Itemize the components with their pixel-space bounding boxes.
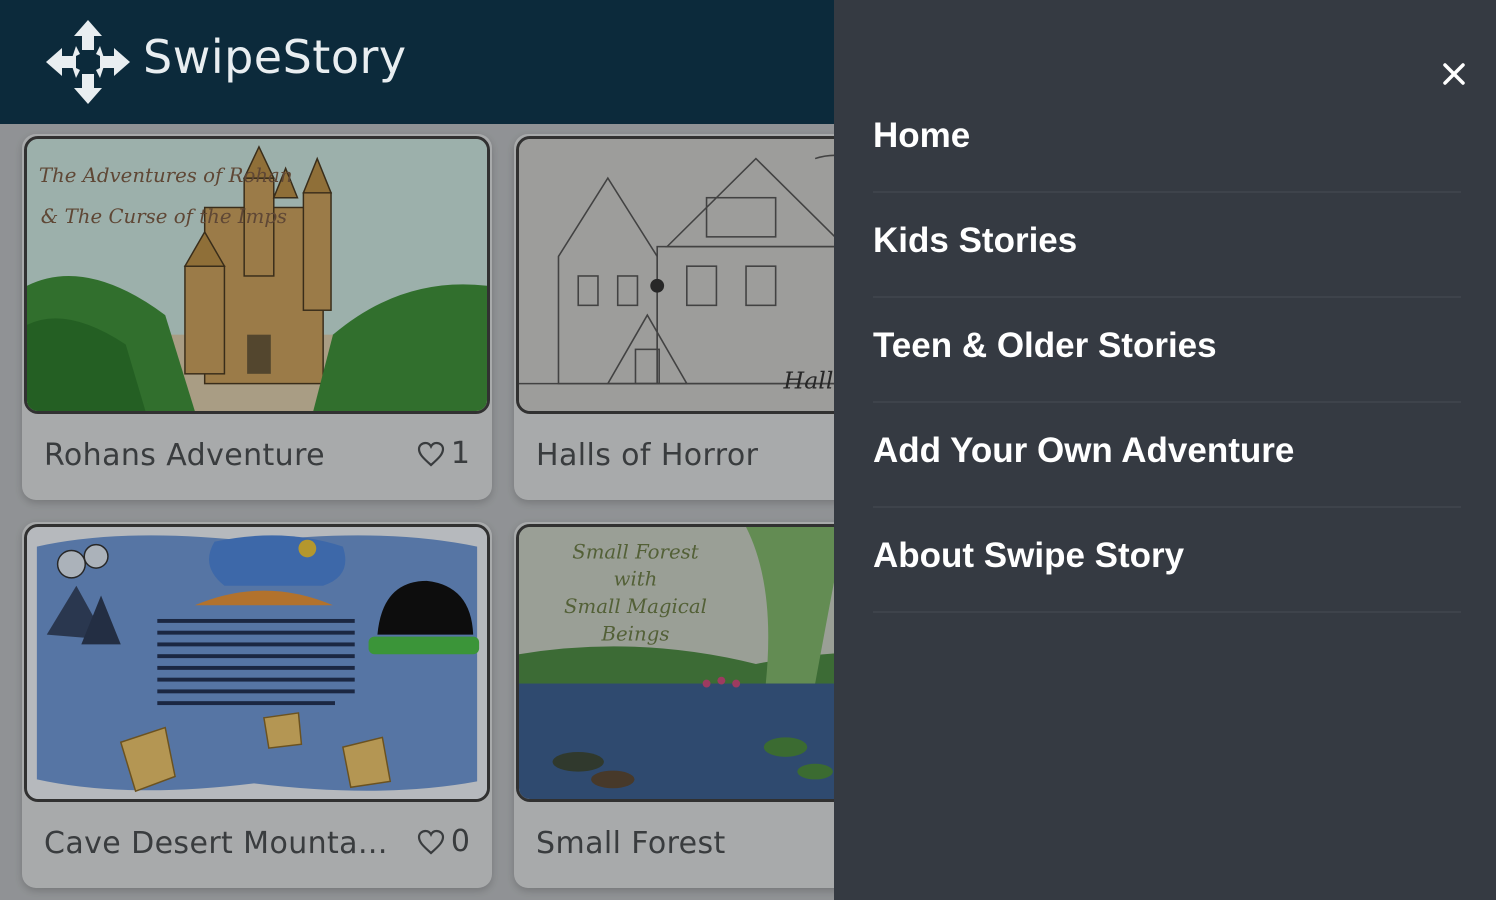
four-arrows-move-icon[interactable] — [44, 18, 132, 106]
side-drawer: Home Kids Stories Teen & Older Stories A… — [834, 0, 1496, 900]
menu-item-home[interactable]: Home — [873, 88, 1461, 193]
drawer-menu: Home Kids Stories Teen & Older Stories A… — [873, 88, 1461, 613]
menu-item-about-swipe-story[interactable]: About Swipe Story — [873, 508, 1461, 613]
menu-item-add-your-own-adventure[interactable]: Add Your Own Adventure — [873, 403, 1461, 508]
menu-item-kids-stories[interactable]: Kids Stories — [873, 193, 1461, 298]
close-icon[interactable] — [1438, 58, 1470, 90]
backdrop-overlay[interactable] — [0, 124, 834, 900]
app-brand-title[interactable]: SwipeStory — [143, 30, 407, 84]
menu-item-teen-older-stories[interactable]: Teen & Older Stories — [873, 298, 1461, 403]
